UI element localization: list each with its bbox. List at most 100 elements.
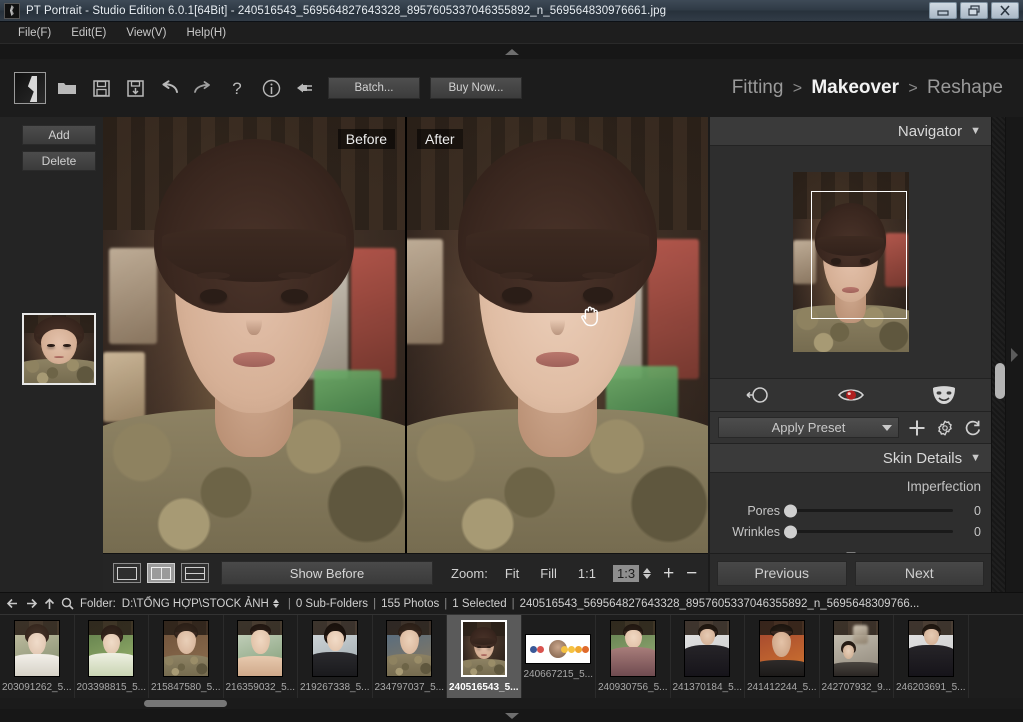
filmstrip-item-selected[interactable]: 240516543_5...: [447, 615, 522, 705]
folder-dropdown-icon[interactable]: [272, 599, 279, 608]
top-panel-collapse-handle[interactable]: [0, 43, 1023, 59]
batch-button[interactable]: Batch...: [328, 77, 420, 99]
wrinkles-slider-handle[interactable]: [784, 525, 797, 538]
zoom-1-1-option[interactable]: 1:1: [574, 565, 600, 582]
redo-icon[interactable]: [190, 73, 216, 103]
filmstrip-thumbnail: [162, 620, 209, 677]
zoom-stepper[interactable]: [643, 567, 652, 579]
layout-single-button[interactable]: [113, 563, 141, 583]
pores-slider-handle[interactable]: [784, 504, 797, 517]
filmstrip-item[interactable]: 241370184_5...: [671, 615, 745, 705]
filmstrip-item-name: 240930756_5...: [597, 682, 668, 693]
close-button[interactable]: [991, 2, 1019, 19]
open-folder-icon[interactable]: [54, 73, 80, 103]
after-pane[interactable]: After: [405, 117, 708, 553]
filmstrip[interactable]: 203091262_5... 203398815_5... 215847580_…: [0, 614, 1023, 706]
navigator-body[interactable]: [710, 146, 991, 378]
arrow-right-icon[interactable]: [25, 598, 38, 609]
filmstrip-thumbnail: [88, 620, 135, 677]
info-icon[interactable]: [258, 73, 284, 103]
filmstrip-scrollbar[interactable]: [0, 698, 1023, 709]
right-panel-collapse-handle[interactable]: [1006, 117, 1023, 592]
filmstrip-item[interactable]: 219267338_5...: [298, 615, 373, 705]
restore-button[interactable]: [960, 2, 988, 19]
search-icon[interactable]: [61, 597, 74, 610]
plus-icon[interactable]: [907, 418, 927, 438]
zoom-1-3-option[interactable]: 1:3: [612, 564, 640, 582]
zoom-out-button[interactable]: −: [686, 564, 697, 583]
breadcrumb-reshape[interactable]: Reshape: [927, 77, 1003, 98]
image-comparison-viewer[interactable]: Before After: [103, 117, 708, 553]
right-panel-scrollbar[interactable]: [991, 117, 1006, 592]
filmstrip-item[interactable]: 240930756_5...: [596, 615, 671, 705]
filmstrip-item[interactable]: 203091262_5...: [0, 615, 75, 705]
chevron-down-icon: [504, 712, 519, 719]
layout-stacked-button[interactable]: [181, 563, 209, 583]
filmstrip-item[interactable]: 241412244_5...: [745, 615, 820, 705]
chevron-up-icon: [504, 48, 519, 55]
filmstrip-item[interactable]: 246203691_5...: [894, 615, 969, 705]
filmstrip-item[interactable]: 216359032_5...: [224, 615, 298, 705]
menu-file[interactable]: File(F): [8, 25, 61, 41]
reset-icon[interactable]: [963, 418, 983, 438]
menu-help[interactable]: Help(H): [176, 25, 236, 41]
help-icon[interactable]: ?: [224, 73, 250, 103]
filmstrip-thumbnail: [758, 620, 805, 677]
save-icon[interactable]: [88, 73, 114, 103]
spot-removal-icon[interactable]: [710, 386, 804, 404]
buy-now-button[interactable]: Buy Now...: [430, 77, 522, 99]
add-button[interactable]: Add: [22, 125, 96, 145]
bottom-panel-collapse-handle[interactable]: [0, 709, 1023, 722]
before-pane[interactable]: Before: [103, 117, 405, 553]
red-eye-icon[interactable]: [804, 387, 898, 403]
filmstrip-item[interactable]: 242707932_9...: [820, 615, 894, 705]
filmstrip-item[interactable]: 215847580_5...: [149, 615, 224, 705]
filmstrip-item[interactable]: 240667215_5...: [522, 615, 596, 705]
breadcrumb-makeover[interactable]: Makeover: [811, 77, 899, 98]
navigator-crop-rect[interactable]: [810, 191, 907, 319]
folder-path[interactable]: D:\TỔNG HỢP\STOCK ẢNH: [122, 598, 269, 610]
save-as-icon[interactable]: [122, 73, 148, 103]
pt-portrait-logo-button[interactable]: [14, 72, 46, 104]
previous-button[interactable]: Previous: [717, 560, 847, 586]
scrollbar-thumb[interactable]: [995, 363, 1005, 399]
filmstrip-item-name: 215847580_5...: [150, 682, 221, 693]
makeover-mask-icon[interactable]: [897, 385, 991, 405]
filmstrip-thumbnail: [311, 620, 358, 677]
face-thumbnail[interactable]: [22, 313, 96, 385]
menu-view[interactable]: View(V): [116, 25, 176, 41]
delete-button[interactable]: Delete: [22, 151, 96, 171]
plugin-icon[interactable]: [292, 73, 318, 103]
filmstrip-scrollbar-thumb[interactable]: [144, 700, 227, 707]
undo-icon[interactable]: [156, 73, 182, 103]
show-before-button[interactable]: Show Before: [221, 561, 433, 585]
chevron-down-icon[interactable]: ▼: [970, 125, 981, 137]
gear-icon[interactable]: [935, 418, 955, 438]
zoom-fill-option[interactable]: Fill: [536, 565, 561, 582]
layout-side-by-side-button[interactable]: [147, 563, 175, 583]
menu-bar: File(F) Edit(E) View(V) Help(H): [0, 22, 1023, 43]
apply-preset-dropdown[interactable]: Apply Preset: [718, 417, 899, 438]
pores-slider[interactable]: [784, 504, 953, 517]
minimize-button[interactable]: [929, 2, 957, 19]
chevron-down-icon[interactable]: ▼: [970, 452, 981, 464]
title-bar: PT Portrait - Studio Edition 6.0.1[64Bit…: [0, 0, 1023, 22]
navigator-thumbnail[interactable]: [792, 172, 909, 352]
next-button[interactable]: Next: [854, 560, 984, 586]
arrow-up-icon[interactable]: [44, 597, 55, 610]
skin-details-body: Imperfection Pores 0 Wrinkles 0: [710, 473, 991, 562]
navigator-header[interactable]: Navigator ▼: [710, 117, 991, 146]
filmstrip-item[interactable]: 234797037_5...: [373, 615, 447, 705]
menu-edit[interactable]: Edit(E): [61, 25, 116, 41]
wrinkles-slider[interactable]: [784, 525, 953, 538]
pores-slider-row: Pores 0: [720, 500, 981, 521]
hand-cursor: [581, 306, 598, 327]
breadcrumb-fitting[interactable]: Fitting: [732, 77, 784, 98]
zoom-in-button[interactable]: +: [663, 564, 674, 583]
filmstrip-item[interactable]: 203398815_5...: [75, 615, 149, 705]
skin-details-header[interactable]: Skin Details ▼: [710, 444, 991, 473]
zoom-fit-option[interactable]: Fit: [501, 565, 523, 582]
arrow-left-icon[interactable]: [6, 598, 19, 609]
filmstrip-item-name: 242707932_9...: [821, 682, 891, 693]
filmstrip-thumbnail: [13, 620, 60, 677]
